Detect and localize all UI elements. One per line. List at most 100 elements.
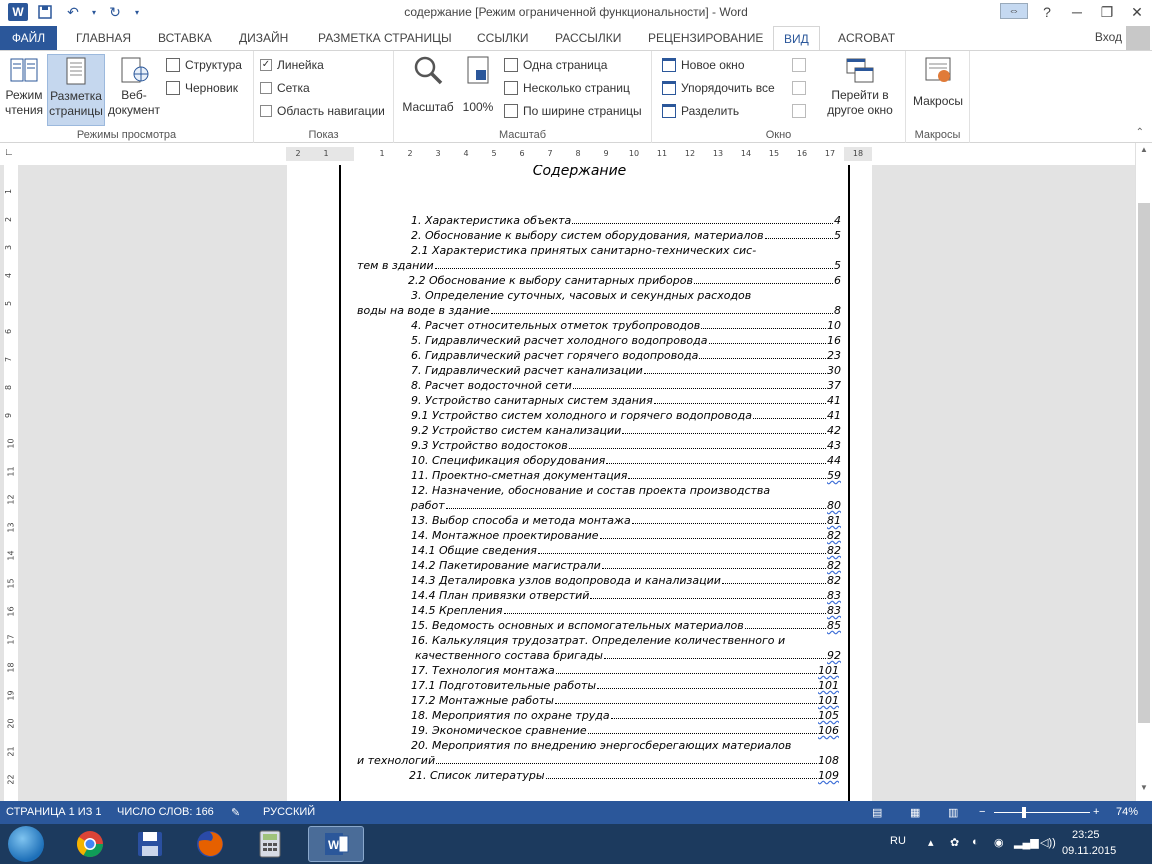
vertical-ruler[interactable]: 1 2 3 4 5 6 7 8 9 10 11 12 13 14 15 16 1… [4, 165, 18, 801]
reset-window-position-button[interactable] [792, 101, 806, 121]
draft-button[interactable]: Черновик [166, 78, 238, 98]
tray-app-icon[interactable]: ◉ [994, 836, 1004, 849]
tab-insert[interactable]: ВСТАВКА [148, 26, 222, 50]
zoom-slider-thumb[interactable] [1022, 807, 1026, 818]
zoom-out-icon[interactable]: − [979, 806, 985, 818]
navigation-pane-checkbox[interactable]: Область навигации [260, 101, 385, 121]
window-controls: ⇔ ? ─ ❐ ✕ [1000, 0, 1152, 24]
toc-entry: 13. Выбор способа и метода монтажа 81 [411, 514, 841, 527]
toc-entry: 18. Мероприятия по охране труда 105 [411, 709, 839, 722]
tab-mailings[interactable]: РАССЫЛКИ [545, 26, 631, 50]
view-side-by-side-button[interactable] [792, 55, 806, 75]
switch-windows-label-1: Перейти в [831, 88, 889, 102]
multiple-pages-button[interactable]: Несколько страниц [504, 78, 630, 98]
page-count[interactable]: СТРАНИЦА 1 ИЗ 1 [6, 806, 102, 818]
switch-windows-icon [844, 54, 876, 86]
scroll-down-icon[interactable]: ▼ [1136, 783, 1152, 799]
minimize-icon[interactable]: ─ [1062, 0, 1092, 24]
customize-icon[interactable]: ▾ [132, 2, 142, 22]
ruler-checkbox[interactable]: ✓ Линейка [260, 55, 324, 75]
zoom-100-label: 100% [462, 100, 494, 114]
tab-references[interactable]: ССЫЛКИ [467, 26, 538, 50]
synchronous-scrolling-button[interactable] [792, 78, 806, 98]
start-button[interactable] [8, 826, 44, 862]
calculator-icon[interactable] [242, 826, 298, 862]
page-width-button[interactable]: По ширине страницы [504, 101, 642, 121]
split-icon [662, 104, 676, 118]
zoom-slider[interactable] [994, 812, 1090, 813]
document-area[interactable]: Содержание 1. Характеристика объекта 4 2.… [0, 165, 1135, 801]
save-app-icon[interactable] [122, 826, 178, 862]
ruler-tick: 13 [712, 149, 724, 158]
ribbon-display-options-icon[interactable]: ⇔ [1000, 3, 1028, 19]
language[interactable]: РУССКИЙ [263, 806, 315, 818]
chrome-icon[interactable] [62, 826, 118, 862]
vruler-tick: 17 [6, 634, 16, 645]
title-bar: W ↶ ▾ ↻ ▾ содержание [Режим ограниченной… [0, 0, 1152, 26]
page-title: Содержание [532, 165, 627, 179]
tab-home[interactable]: ГЛАВНАЯ [66, 26, 141, 50]
zoom-in-icon[interactable]: + [1093, 806, 1099, 818]
tab-layout[interactable]: РАЗМЕТКА СТРАНИЦЫ [308, 26, 462, 50]
tray-app-icon[interactable]: ◐ [972, 836, 979, 848]
ruler-tick: 10 [628, 149, 640, 158]
clock-time[interactable]: 23:25 [1072, 829, 1100, 841]
firefox-icon[interactable] [182, 826, 238, 862]
redo-icon[interactable]: ↻ [104, 2, 126, 22]
save-icon[interactable] [34, 2, 56, 22]
ruler-tick: 1 [323, 149, 329, 158]
web-layout-button[interactable]: Веб- документ [108, 54, 160, 126]
new-window-button[interactable]: Новое окно [662, 55, 745, 75]
vruler-tick: 1 [4, 188, 14, 195]
web-layout-view-icon[interactable]: ▥ [948, 806, 958, 819]
read-mode-view-icon[interactable]: ▤ [872, 806, 882, 819]
tab-acrobat[interactable]: ACROBAT [828, 26, 905, 50]
tab-review[interactable]: РЕЦЕНЗИРОВАНИЕ [638, 26, 773, 50]
vertical-scrollbar[interactable]: ▲ ▼ [1135, 143, 1152, 801]
clock-date[interactable]: 09.11.2015 [1062, 845, 1116, 857]
close-icon[interactable]: ✕ [1122, 0, 1152, 24]
sign-in-link[interactable]: Вход [1095, 30, 1122, 44]
document-page[interactable]: Содержание 1. Характеристика объекта 4 2.… [287, 165, 872, 801]
undo-dropdown-icon[interactable]: ▾ [90, 2, 98, 22]
one-page-button[interactable]: Одна страница [504, 55, 607, 75]
proofing-icon[interactable]: ✎ [231, 806, 240, 819]
toc-entry: воды на воде в здание 8 [357, 304, 841, 317]
vruler-tick: 21 [6, 746, 16, 757]
gridlines-checkbox[interactable]: Сетка [260, 78, 310, 98]
avatar[interactable] [1126, 26, 1150, 50]
toc-entry: и технологий 108 [357, 754, 839, 767]
draft-icon [166, 81, 180, 95]
outline-button[interactable]: Структура [166, 55, 242, 75]
side-by-side-icon [792, 58, 806, 72]
macros-button[interactable]: Макросы [910, 54, 966, 126]
zoom-level[interactable]: 74% [1116, 806, 1138, 818]
word-count[interactable]: ЧИСЛО СЛОВ: 166 [117, 806, 214, 818]
volume-icon[interactable]: ◁)) [1040, 836, 1056, 849]
read-mode-button[interactable]: Режим чтения [2, 54, 46, 126]
tab-view[interactable]: ВИД [773, 26, 820, 51]
tab-selector-icon[interactable]: ∟ [4, 147, 18, 161]
undo-icon[interactable]: ↶ [62, 2, 84, 22]
collapse-ribbon-icon[interactable]: ⌃ [1136, 127, 1144, 138]
horizontal-ruler[interactable]: 2 1 1 2 3 4 5 6 7 8 9 10 11 12 13 14 15 … [286, 147, 872, 161]
help-icon[interactable]: ? [1032, 0, 1062, 24]
tray-arrow-icon[interactable]: ▴ [928, 836, 934, 849]
maximize-icon[interactable]: ❐ [1092, 0, 1122, 24]
arrange-all-button[interactable]: Упорядочить все [662, 78, 775, 98]
print-layout-button[interactable]: Разметка страницы [47, 54, 105, 126]
scroll-thumb[interactable] [1138, 203, 1150, 723]
network-icon[interactable]: ▂▄▆ [1014, 836, 1039, 849]
switch-windows-button[interactable]: Перейти в другое окно [820, 54, 900, 126]
split-button[interactable]: Разделить [662, 101, 739, 121]
tray-app-icon[interactable]: ✿ [950, 836, 959, 849]
input-language[interactable]: RU [890, 835, 906, 847]
scroll-up-icon[interactable]: ▲ [1136, 145, 1152, 161]
zoom-100-button[interactable]: 100% [460, 54, 496, 126]
zoom-button[interactable]: Масштаб [400, 54, 456, 126]
print-layout-view-icon[interactable]: ▦ [910, 806, 920, 819]
word-icon[interactable]: W [308, 826, 364, 862]
toc-entry: 14.2 Пакетирование магистрали 82 [411, 559, 841, 572]
tab-file[interactable]: ФАЙЛ [0, 26, 57, 50]
tab-design[interactable]: ДИЗАЙН [229, 26, 298, 50]
